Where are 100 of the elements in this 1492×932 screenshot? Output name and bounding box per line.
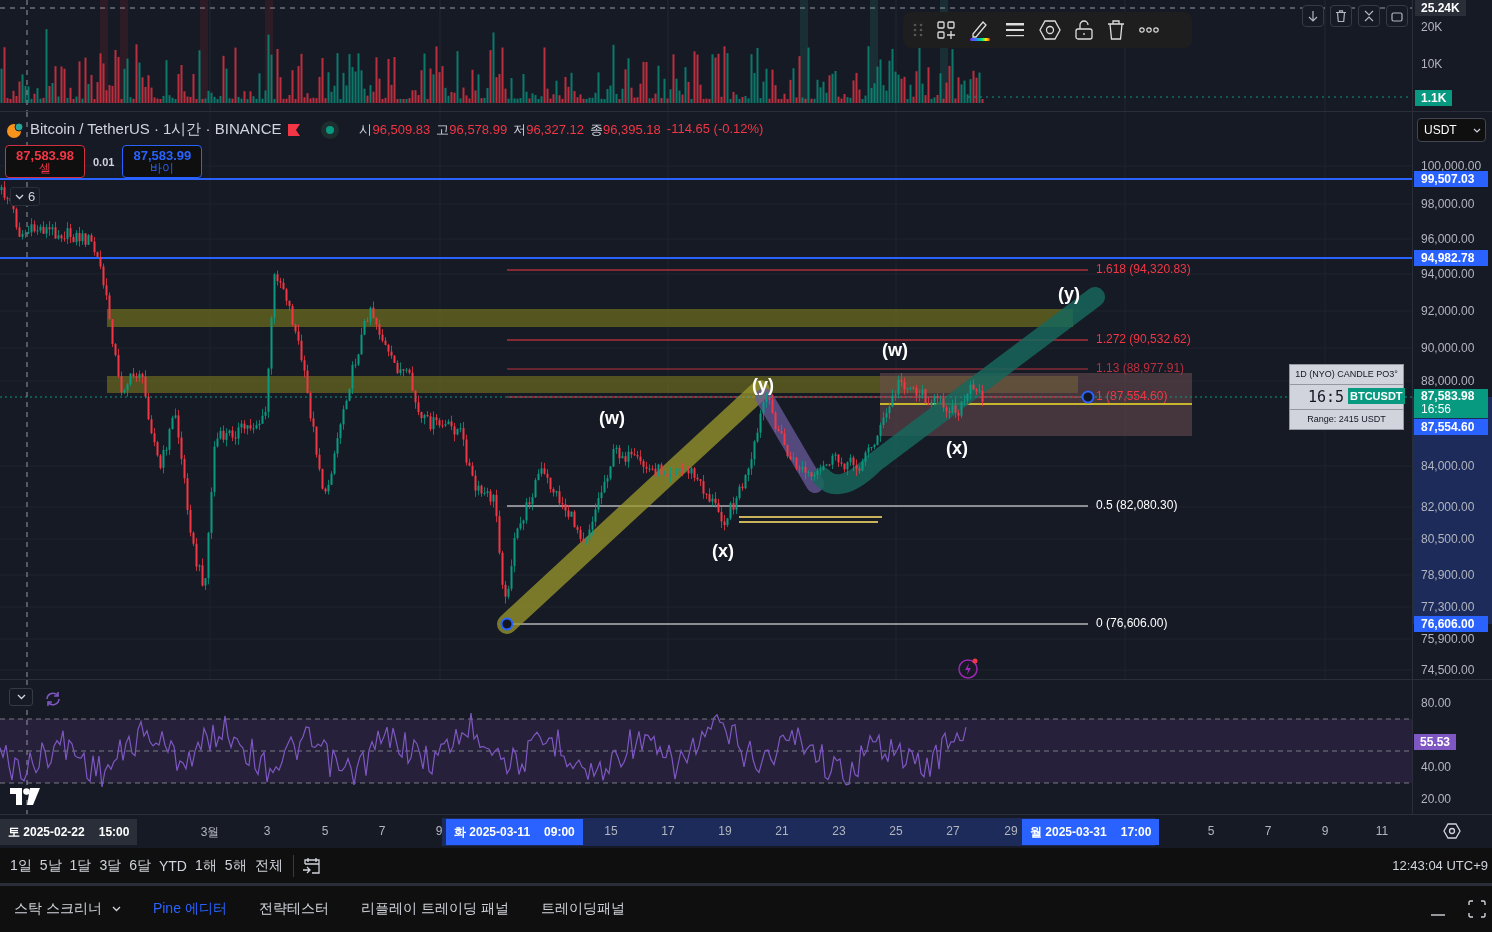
fib-level-label: 1.272 (90,532.62) [1096, 332, 1191, 346]
buy-button[interactable]: 87,583.99 바이 [122, 145, 203, 178]
time-axis-label: 23 [832, 824, 846, 838]
collapse-pane-button[interactable] [1358, 5, 1380, 27]
price-line-label: 94,982.78 [1414, 250, 1488, 266]
candle-info-title: 1D (NYO) CANDLE PO3° [1290, 365, 1403, 385]
candle-range: Range: 2415 USDT [1306, 413, 1387, 426]
indicators-toggle[interactable]: 6 [10, 187, 41, 206]
anchor-point[interactable] [1081, 390, 1095, 404]
time-axis-label: 3 [263, 824, 271, 838]
range-start-time: 09:00 [544, 825, 575, 839]
symbol-title[interactable]: Bitcoin / TetherUS · 1시간 · BINANCE [30, 120, 282, 139]
time-axis-label: 9 [1321, 824, 1329, 838]
fib-level-label: 1 (87,554.60) [1096, 389, 1168, 403]
volume-axis-label: 10K [1421, 57, 1443, 71]
anchor-point[interactable] [500, 617, 514, 631]
price-axis-label: 90,000.00 [1421, 341, 1475, 355]
spread-value: 0.01 [93, 155, 115, 168]
time-range-button[interactable]: YTD [155, 854, 191, 877]
fib-level-label: 0 (76,606.00) [1096, 616, 1168, 630]
candle-timer: 16:5 [1308, 387, 1345, 407]
sell-button[interactable]: 87,583.98 셀 [5, 145, 85, 178]
restore-icon [1391, 10, 1403, 22]
price-line-label: 76,606.00 [1414, 616, 1488, 632]
refresh-icon[interactable] [47, 692, 59, 706]
time-range-button[interactable]: 5날 [35, 853, 66, 878]
time-range-button[interactable]: 1달 [65, 853, 96, 878]
logo-icon[interactable] [10, 788, 40, 805]
last-price: 87,583.98 [1421, 390, 1476, 403]
time-axis-label: 3월 [200, 824, 220, 841]
chevron-down-icon [1473, 127, 1481, 133]
panel-tab[interactable]: 스탁 스크리너 [8, 894, 127, 924]
ohlc-value: 종96,395.18 [590, 120, 661, 139]
collapse-button[interactable] [9, 688, 33, 706]
crosshair-date: 토 2025-02-22 [8, 823, 85, 841]
time-range-button[interactable]: 전체 [250, 853, 287, 878]
crosshair-time: 15:00 [98, 825, 130, 839]
time-range-button[interactable]: 1해 [191, 853, 221, 878]
fib-level-label: 1.618 (94,320.83) [1096, 262, 1191, 276]
chevron-down-icon [111, 906, 121, 912]
panel-tab[interactable]: Pine 에디터 [146, 894, 233, 924]
maximize-icon[interactable] [1468, 900, 1486, 918]
move-down-button[interactable] [1302, 5, 1324, 27]
range-end-date: 월 2025-03-31 [1030, 823, 1107, 841]
price-axis-label: 75,900.00 [1421, 632, 1475, 646]
wave-label: (w) [598, 407, 626, 430]
price-line-label: 99,507.03 [1414, 171, 1488, 187]
drag-handle-icon[interactable] [913, 23, 923, 37]
trash-icon[interactable] [1107, 20, 1125, 40]
lightning-icon[interactable] [958, 657, 980, 679]
wave-label: (y) [1057, 283, 1081, 306]
flag-icon[interactable] [287, 123, 302, 136]
delete-pane-button[interactable] [1330, 5, 1352, 27]
panel-tab[interactable]: 리플레이 트레이딩 패널 [354, 894, 515, 924]
price-axis-label: 88,000.00 [1421, 374, 1475, 388]
price-axis-label: 98,000.00 [1421, 197, 1475, 211]
fib-level-label: 1.13 (88,977.91) [1096, 361, 1185, 375]
time-axis-label: 5 [1207, 824, 1215, 838]
clock[interactable]: 12:43:04 UTC+9 [1392, 858, 1488, 873]
time-range-button[interactable]: 3달 [95, 853, 126, 878]
ohlc-value: 고96,578.99 [436, 120, 508, 139]
panel-tab[interactable]: 전략테스터 [252, 894, 335, 924]
wave-label: (w) [881, 339, 909, 362]
wave-label: (x) [945, 437, 969, 460]
down-arrow-icon [1308, 10, 1318, 22]
fib-level-label: 0.5 (82,080.30) [1096, 498, 1178, 512]
line-weight-icon[interactable] [1005, 22, 1025, 38]
rsi-value-label: 55.53 [1414, 734, 1457, 750]
volume-max-label: 25.24K [1415, 0, 1466, 16]
price-axis-label: 94,000.00 [1421, 267, 1475, 281]
price-axis-label: 92,000.00 [1421, 304, 1475, 318]
settings-icon[interactable] [1443, 823, 1461, 839]
time-axis-label: 9 [435, 824, 443, 838]
price-line-label: 87,554.60 [1414, 419, 1488, 435]
time-axis-label: 5 [321, 824, 329, 838]
wave-label: (x) [711, 540, 735, 563]
unlock-icon[interactable] [1075, 20, 1093, 40]
currency-select[interactable]: USDT [1417, 118, 1486, 142]
rsi-axis-label: 20.00 [1421, 792, 1452, 806]
volume-axis-label: 20K [1421, 20, 1443, 34]
panel-tab[interactable]: 트레이딩패널 [534, 894, 631, 924]
price-axis-label: 80,500.00 [1421, 532, 1475, 546]
more-icon[interactable] [1139, 27, 1159, 33]
price-axis-label: 74,500.00 [1421, 663, 1475, 677]
range-end-time: 17:00 [1120, 825, 1152, 839]
time-range-button[interactable]: 6달 [125, 853, 155, 878]
status-dot-icon [321, 120, 340, 139]
ohlc-value: 저 96,327.12 [513, 120, 584, 139]
collapse-icon [1364, 10, 1374, 22]
rsi-axis-label: 40.00 [1421, 760, 1452, 774]
settings-icon[interactable] [1039, 20, 1061, 40]
time-axis-label: 25 [889, 824, 903, 838]
calendar-icon[interactable] [301, 855, 322, 876]
time-axis-label: 19 [718, 824, 732, 838]
time-axis-label: 7 [378, 824, 386, 838]
time-range-button[interactable]: 1일 [6, 853, 36, 878]
maximize-pane-button[interactable] [1386, 5, 1408, 27]
time-range-button[interactable]: 5해 [220, 853, 251, 878]
add-widget-icon[interactable] [937, 21, 955, 39]
price-axis-label: 84,000.00 [1421, 459, 1475, 473]
